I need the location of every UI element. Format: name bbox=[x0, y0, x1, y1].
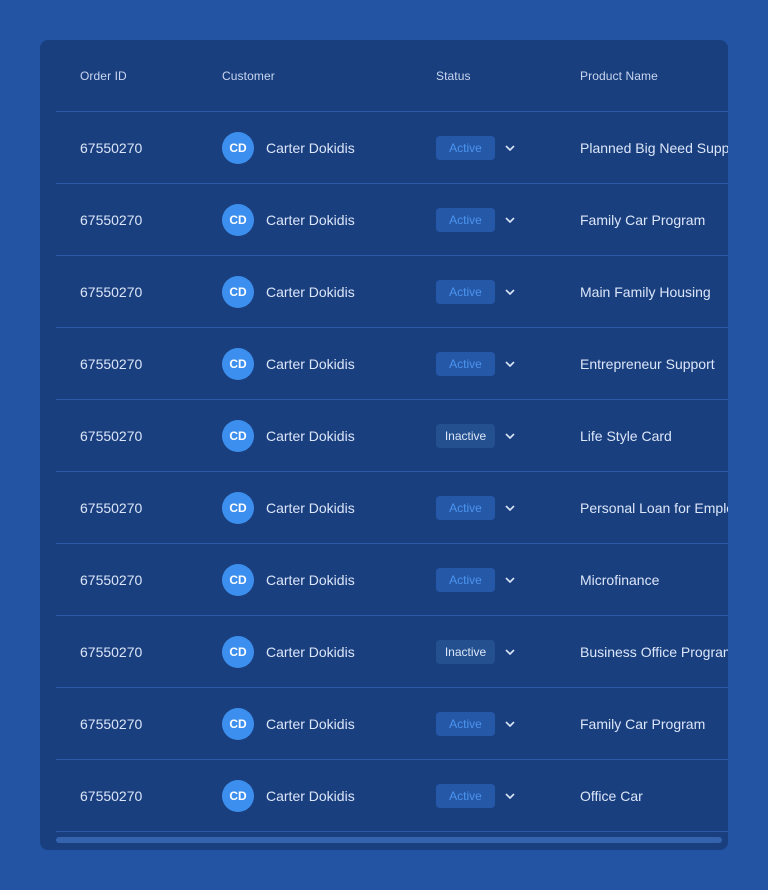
customer-name: Carter Dokidis bbox=[266, 427, 355, 444]
status-badge: Active bbox=[436, 279, 495, 304]
customer-cell: CD Carter Dokidis bbox=[222, 616, 355, 687]
avatar: CD bbox=[222, 419, 254, 452]
customer-name: Carter Dokidis bbox=[266, 211, 355, 228]
order-id: 67550270 bbox=[80, 139, 143, 156]
table-row[interactable]: 67550270 CD Carter Dokidis Inactive Life… bbox=[56, 400, 728, 472]
orders-table: Order ID Customer Status Product Name 67… bbox=[56, 40, 728, 832]
status-cell: Active bbox=[436, 256, 517, 327]
avatar: CD bbox=[222, 203, 254, 236]
table-row[interactable]: 67550270 CD Carter Dokidis Active Person… bbox=[56, 472, 728, 544]
table-header-row: Order ID Customer Status Product Name bbox=[56, 40, 728, 112]
customer-cell: CD Carter Dokidis bbox=[222, 472, 355, 543]
customer-name: Carter Dokidis bbox=[266, 139, 355, 156]
product-name: Entrepreneur Support bbox=[580, 355, 715, 372]
status-badge: Active bbox=[436, 711, 495, 736]
product-name: Planned Big Need Support bbox=[580, 139, 728, 156]
customer-name: Carter Dokidis bbox=[266, 715, 355, 732]
column-header-order-id[interactable]: Order ID bbox=[80, 40, 127, 111]
chevron-down-icon[interactable] bbox=[503, 357, 517, 371]
customer-name: Carter Dokidis bbox=[266, 355, 355, 372]
chevron-down-icon[interactable] bbox=[503, 645, 517, 659]
customer-cell: CD Carter Dokidis bbox=[222, 328, 355, 399]
customer-cell: CD Carter Dokidis bbox=[222, 112, 355, 183]
chevron-down-icon[interactable] bbox=[503, 789, 517, 803]
table-body: 67550270 CD Carter Dokidis Active Planne… bbox=[56, 112, 728, 832]
table-row[interactable]: 67550270 CD Carter Dokidis Active Family… bbox=[56, 688, 728, 760]
chevron-down-icon[interactable] bbox=[503, 213, 517, 227]
status-cell: Active bbox=[436, 112, 517, 183]
status-cell: Active bbox=[436, 184, 517, 255]
status-cell: Active bbox=[436, 328, 517, 399]
customer-cell: CD Carter Dokidis bbox=[222, 400, 355, 471]
table-row[interactable]: 67550270 CD Carter Dokidis Active Planne… bbox=[56, 112, 728, 184]
table-row[interactable]: 67550270 CD Carter Dokidis Active Family… bbox=[56, 184, 728, 256]
table-row[interactable]: 67550270 CD Carter Dokidis Active Microf… bbox=[56, 544, 728, 616]
customer-name: Carter Dokidis bbox=[266, 283, 355, 300]
status-badge: Inactive bbox=[436, 639, 495, 664]
avatar: CD bbox=[222, 275, 254, 308]
column-header-customer[interactable]: Customer bbox=[222, 40, 275, 111]
avatar: CD bbox=[222, 707, 254, 740]
table-row[interactable]: 67550270 CD Carter Dokidis Active Main F… bbox=[56, 256, 728, 328]
order-id: 67550270 bbox=[80, 427, 143, 444]
customer-name: Carter Dokidis bbox=[266, 571, 355, 588]
orders-table-card: Order ID Customer Status Product Name 67… bbox=[40, 40, 728, 850]
product-name: Family Car Program bbox=[580, 715, 706, 732]
status-cell: Active bbox=[436, 760, 517, 831]
product-name: Personal Loan for Employees bbox=[580, 499, 728, 516]
order-id: 67550270 bbox=[80, 211, 143, 228]
status-badge: Active bbox=[436, 567, 495, 592]
status-badge: Active bbox=[436, 351, 495, 376]
column-header-product-name[interactable]: Product Name bbox=[580, 40, 658, 111]
order-id: 67550270 bbox=[80, 355, 143, 372]
customer-cell: CD Carter Dokidis bbox=[222, 184, 355, 255]
order-id: 67550270 bbox=[80, 571, 143, 588]
status-badge: Active bbox=[436, 783, 495, 808]
status-cell: Active bbox=[436, 688, 517, 759]
customer-cell: CD Carter Dokidis bbox=[222, 760, 355, 831]
horizontal-scrollbar[interactable] bbox=[56, 837, 722, 843]
avatar: CD bbox=[222, 347, 254, 380]
order-id: 67550270 bbox=[80, 787, 143, 804]
customer-cell: CD Carter Dokidis bbox=[222, 544, 355, 615]
order-id: 67550270 bbox=[80, 715, 143, 732]
column-header-status[interactable]: Status bbox=[436, 40, 471, 111]
status-cell: Inactive bbox=[436, 400, 517, 471]
table-row[interactable]: 67550270 CD Carter Dokidis Active Entrep… bbox=[56, 328, 728, 400]
chevron-down-icon[interactable] bbox=[503, 573, 517, 587]
status-cell: Active bbox=[436, 544, 517, 615]
chevron-down-icon[interactable] bbox=[503, 501, 517, 515]
product-name: Microfinance bbox=[580, 571, 660, 588]
avatar: CD bbox=[222, 779, 254, 812]
product-name: Business Office Program bbox=[580, 643, 728, 660]
customer-cell: CD Carter Dokidis bbox=[222, 688, 355, 759]
customer-name: Carter Dokidis bbox=[266, 643, 355, 660]
avatar: CD bbox=[222, 635, 254, 668]
customer-name: Carter Dokidis bbox=[266, 499, 355, 516]
product-name: Life Style Card bbox=[580, 427, 672, 444]
table-row[interactable]: 67550270 CD Carter Dokidis Inactive Busi… bbox=[56, 616, 728, 688]
status-badge: Active bbox=[436, 135, 495, 160]
status-badge: Inactive bbox=[436, 423, 495, 448]
product-name: Main Family Housing bbox=[580, 283, 711, 300]
product-name: Office Car bbox=[580, 787, 643, 804]
product-name: Family Car Program bbox=[580, 211, 706, 228]
chevron-down-icon[interactable] bbox=[503, 717, 517, 731]
order-id: 67550270 bbox=[80, 283, 143, 300]
table-row[interactable]: 67550270 CD Carter Dokidis Active Office… bbox=[56, 760, 728, 832]
status-cell: Inactive bbox=[436, 616, 517, 687]
status-cell: Active bbox=[436, 472, 517, 543]
avatar: CD bbox=[222, 131, 254, 164]
order-id: 67550270 bbox=[80, 643, 143, 660]
status-badge: Active bbox=[436, 207, 495, 232]
avatar: CD bbox=[222, 491, 254, 524]
status-badge: Active bbox=[436, 495, 495, 520]
order-id: 67550270 bbox=[80, 499, 143, 516]
customer-name: Carter Dokidis bbox=[266, 787, 355, 804]
avatar: CD bbox=[222, 563, 254, 596]
chevron-down-icon[interactable] bbox=[503, 141, 517, 155]
chevron-down-icon[interactable] bbox=[503, 429, 517, 443]
chevron-down-icon[interactable] bbox=[503, 285, 517, 299]
customer-cell: CD Carter Dokidis bbox=[222, 256, 355, 327]
